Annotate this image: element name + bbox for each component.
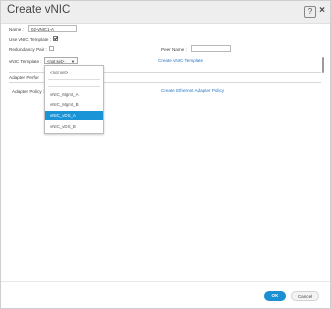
adapter-policy-label: Adapter Policy : [12, 89, 45, 94]
dropdown-item-vnic-vds-a[interactable]: vNIC_vDS_A [45, 111, 103, 120]
peer-name-label: Peer Name : [161, 47, 187, 52]
vnic-template-dropdown: <not set> vNIC_Mgmt_A vNIC_Mgmt_B vNIC_v… [44, 65, 104, 134]
help-icon[interactable]: ? [304, 6, 316, 18]
dropdown-divider [48, 79, 100, 80]
cancel-button[interactable]: Cancel [291, 291, 319, 301]
use-template-label: Use vNIC Template : [9, 37, 52, 42]
dialog-title: Create vNIC [7, 4, 71, 16]
vnic-template-select[interactable]: <not set> ▼ [44, 57, 78, 64]
peer-name-input[interactable] [191, 45, 231, 52]
vnic-template-value: <not set> [47, 59, 65, 64]
dialog-titlebar: Create vNIC ? × [1, 1, 330, 24]
redundancy-pair-checkbox[interactable] [49, 46, 54, 51]
adapter-performance-label: Adapter Perfor [9, 75, 39, 80]
create-ethernet-adapter-policy-link[interactable]: Create Ethernet Adapter Policy [161, 88, 224, 93]
create-vnic-dialog: Create vNIC ? × Name : 02-vNIC1-A Use vN… [0, 0, 331, 309]
create-vnic-template-link[interactable]: Create vNIC Template [158, 58, 203, 63]
dropdown-item-vnic-mgmt-b[interactable]: vNIC_Mgmt_B [45, 100, 103, 109]
dropdown-item-not-set[interactable]: <not set> [45, 68, 103, 77]
name-input[interactable]: 02-vNIC1-A [28, 25, 77, 32]
chevron-down-icon: ▼ [71, 59, 75, 64]
ok-button[interactable]: OK [264, 291, 286, 301]
dropdown-divider [48, 86, 100, 87]
scrollbar[interactable] [322, 57, 324, 73]
redundancy-pair-label: Redundancy Pair : [9, 47, 47, 52]
name-label: Name : [9, 27, 24, 32]
footer-divider [1, 281, 330, 282]
use-template-checkbox[interactable] [53, 36, 58, 41]
vnic-template-label: vNIC Template : [9, 59, 42, 64]
dropdown-item-vnic-vds-b[interactable]: vNIC_vDS_B [45, 122, 103, 131]
close-icon[interactable]: × [317, 6, 327, 16]
dropdown-item-vnic-mgmt-a[interactable]: vNIC_Mgmt_A [45, 90, 103, 99]
